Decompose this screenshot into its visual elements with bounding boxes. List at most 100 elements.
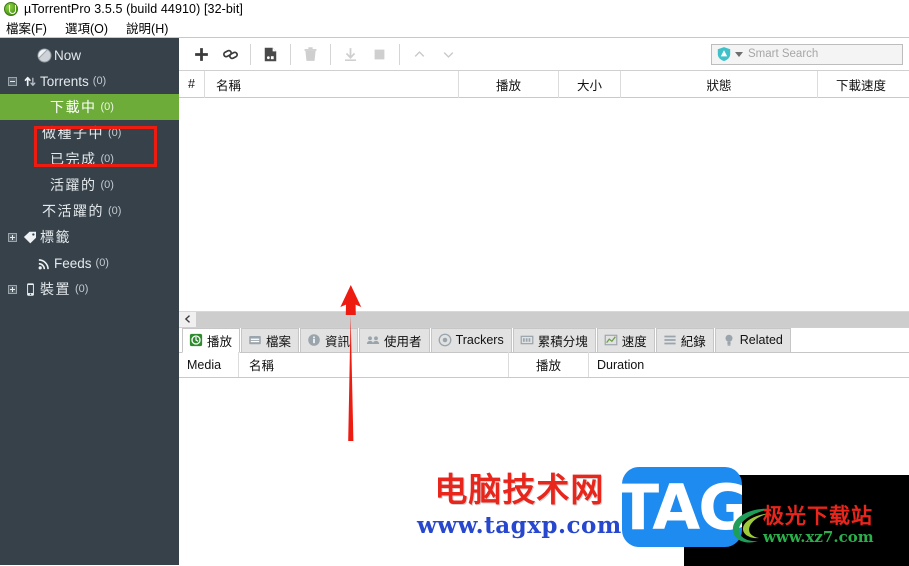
menu-help[interactable]: 說明(H) — [126, 18, 168, 37]
tab-play[interactable]: 播放 — [182, 327, 241, 353]
tab-related[interactable]: Related — [714, 327, 791, 352]
tab-speed[interactable]: 速度 — [596, 327, 655, 352]
column-download-speed-label: 下載速度 — [835, 78, 886, 93]
rss-icon — [34, 256, 54, 271]
detail-column-name-label: 名稱 — [249, 359, 275, 373]
column-play[interactable]: 播放 — [459, 70, 559, 98]
play-clock-icon — [189, 333, 203, 347]
tab-info-label: 資訊 — [325, 334, 351, 349]
sidebar-item-seeding[interactable]: 做種子中 (0) — [0, 120, 179, 146]
detail-column-media-label: Media — [187, 357, 222, 372]
sidebar-count-downloading: (0) — [100, 101, 114, 113]
tab-pieces-label: 累積分塊 — [537, 334, 588, 349]
column-name[interactable]: 名稱 — [205, 70, 459, 98]
toolbar: Smart Search — [179, 38, 909, 71]
move-down-button[interactable] — [434, 41, 463, 68]
tab-peers[interactable]: 使用者 — [359, 327, 430, 352]
tab-trackers[interactable]: Trackers — [430, 327, 512, 352]
tab-peers-label: 使用者 — [384, 334, 422, 349]
stop-torrent-button[interactable] — [365, 41, 394, 68]
detail-column-play[interactable]: 播放 — [509, 352, 589, 377]
torrent-list-header: # 名稱 播放 大小 狀態 下載速度 — [179, 70, 909, 98]
shield-icon — [715, 46, 732, 63]
search-box[interactable]: Smart Search — [711, 43, 903, 65]
sidebar-label-inactive: 不活躍的 — [42, 203, 104, 219]
sidebar-count-completed: (0) — [100, 153, 114, 165]
detail-column-duration[interactable]: Duration — [589, 352, 679, 377]
sidebar-count-feeds: (0) — [95, 257, 109, 269]
sidebar-count-devices: (0) — [75, 283, 89, 295]
tab-files-label: 檔案 — [266, 334, 292, 349]
title-bar: µTorrentPro 3.5.5 (build 44910) [32-bit] — [0, 0, 909, 18]
expander-plus-icon[interactable] — [8, 232, 17, 242]
log-lines-icon — [663, 333, 677, 347]
detail-column-media[interactable]: Media — [179, 352, 239, 377]
expander-minus-icon[interactable] — [8, 76, 17, 86]
sidebar-label-devices: 裝置 — [40, 281, 71, 297]
chevron-down-icon[interactable] — [735, 51, 743, 57]
torrent-list-body[interactable] — [179, 98, 909, 311]
detail-tab-bar: 播放 檔案 資訊 使用者 Trackers 累積分塊 速度 紀錄 Related — [179, 327, 909, 353]
start-torrent-button[interactable] — [336, 41, 365, 68]
sidebar-item-completed[interactable]: 已完成 (0) — [0, 146, 179, 172]
now-globe-icon — [34, 47, 54, 63]
move-up-button[interactable] — [405, 41, 434, 68]
info-icon — [307, 333, 321, 347]
column-status[interactable]: 狀態 — [621, 70, 818, 98]
watermark-tag-logo: TAG — [622, 467, 742, 547]
sidebar-item-torrents[interactable]: Torrents (0) — [0, 68, 179, 94]
utorrent-logo-icon — [4, 2, 18, 16]
sidebar-count-inactive: (0) — [108, 205, 122, 217]
chevron-left-icon[interactable] — [179, 311, 196, 327]
sidebar-item-feeds[interactable]: Feeds (0) — [0, 250, 179, 276]
search-input[interactable]: Smart Search — [748, 48, 818, 60]
pieces-icon — [520, 333, 534, 347]
menu-bar: 檔案(F) 選項(O) 說明(H) — [0, 18, 909, 38]
add-torrent-from-url-button[interactable] — [216, 41, 245, 68]
sidebar-label-now: Now — [54, 47, 82, 63]
sidebar-item-labels[interactable]: 標籤 — [0, 224, 179, 250]
tab-logger-label: 紀錄 — [680, 334, 706, 349]
sidebar-item-devices[interactable]: 裝置 (0) — [0, 276, 179, 302]
column-download-speed[interactable]: 下載速度 — [818, 71, 904, 98]
sidebar-count-seeding: (0) — [108, 127, 122, 139]
column-size[interactable]: 大小 — [559, 70, 621, 98]
utorrent-window: µTorrentPro 3.5.5 (build 44910) [32-bit]… — [0, 0, 909, 566]
create-torrent-button[interactable] — [256, 41, 285, 68]
phone-icon — [20, 282, 40, 297]
column-index[interactable]: # — [179, 70, 205, 98]
tab-play-label: 播放 — [207, 334, 233, 349]
watermark-xz7-swoosh-icon — [732, 508, 771, 543]
scrollbar-track[interactable] — [196, 311, 909, 327]
sidebar-label-active: 活躍的 — [50, 177, 97, 193]
sidebar-item-downloading[interactable]: 下載中 (0) — [0, 94, 179, 120]
column-name-label: 名稱 — [216, 78, 242, 93]
tab-related-label: Related — [739, 333, 783, 347]
sidebar-item-active[interactable]: 活躍的 (0) — [0, 172, 179, 198]
target-icon — [438, 333, 452, 347]
expander-plus-icon[interactable] — [8, 284, 17, 294]
detail-panel-header: Media 名稱 播放 Duration — [179, 352, 909, 378]
sidebar-label-labels: 標籤 — [40, 229, 71, 245]
tab-pieces[interactable]: 累積分塊 — [512, 327, 596, 352]
menu-file[interactable]: 檔案(F) — [6, 18, 47, 37]
horizontal-scrollbar[interactable] — [179, 310, 909, 328]
toolbar-separator — [250, 43, 251, 65]
transfer-arrows-icon — [20, 74, 40, 89]
window-title: µTorrentPro 3.5.5 (build 44910) [32-bit] — [24, 2, 243, 16]
toolbar-separator — [399, 43, 400, 65]
tab-info[interactable]: 資訊 — [300, 327, 359, 352]
sidebar-item-inactive[interactable]: 不活躍的 (0) — [0, 198, 179, 224]
sidebar-count-torrents: (0) — [92, 75, 107, 87]
detail-column-name[interactable]: 名稱 — [239, 352, 509, 377]
column-play-label: 播放 — [495, 78, 521, 93]
tab-files[interactable]: 檔案 — [241, 327, 300, 352]
menu-options[interactable]: 選項(O) — [65, 18, 108, 37]
tab-speed-label: 速度 — [621, 334, 647, 349]
add-torrent-button[interactable] — [187, 41, 216, 68]
tab-logger[interactable]: 紀錄 — [655, 327, 714, 352]
remove-torrent-button[interactable] — [296, 41, 325, 68]
sidebar-item-now[interactable]: Now — [0, 42, 179, 68]
toolbar-separator — [290, 43, 291, 65]
sidebar-label-completed: 已完成 — [50, 151, 97, 167]
